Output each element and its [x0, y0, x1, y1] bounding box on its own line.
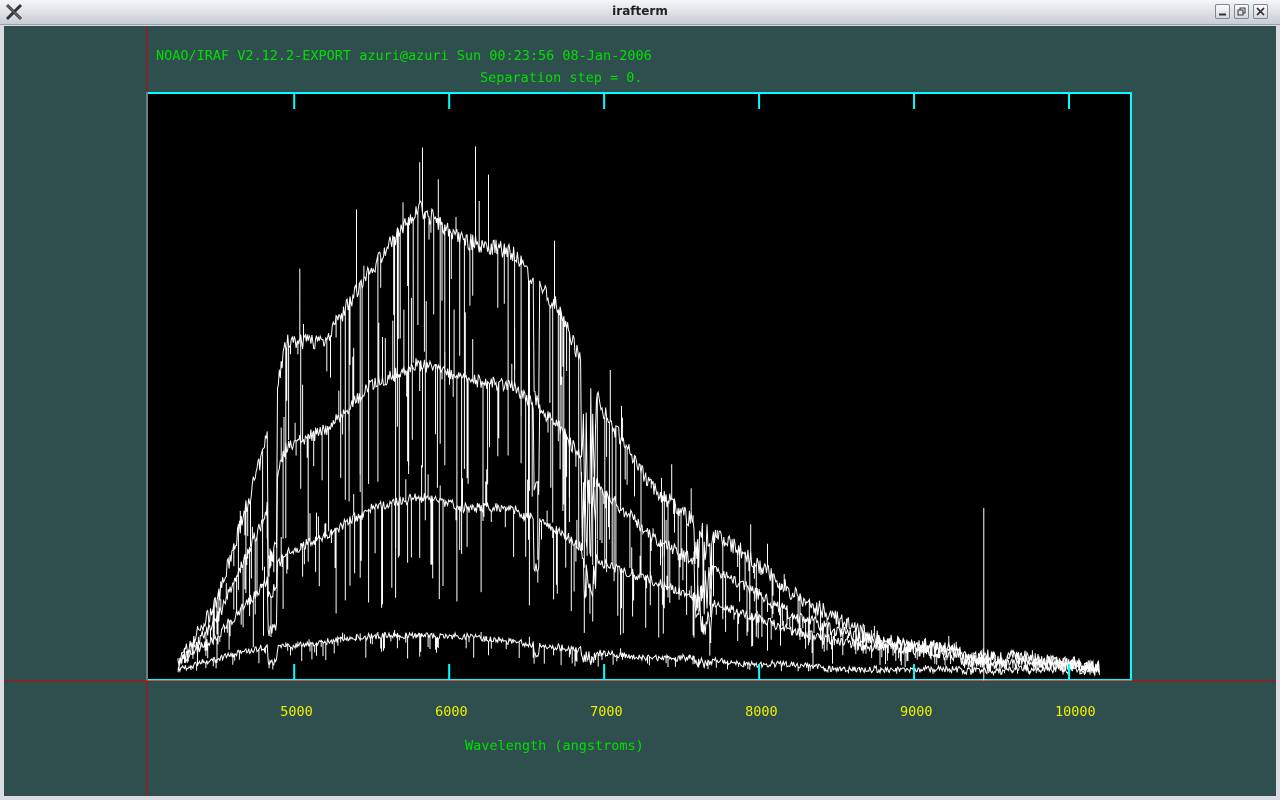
title-bar[interactable]: irafterm — [0, 0, 1280, 25]
irafterm-window: irafterm NOAO/IRAF V2.12.2-EXPORT azuri@… — [0, 0, 1280, 800]
restore-icon — [1237, 7, 1246, 16]
tick-labels: 5000 6000 7000 8000 9000 10000 — [280, 704, 1095, 720]
x-tick-label: 9000 — [900, 704, 933, 720]
window-title: irafterm — [612, 4, 668, 18]
minimize-button[interactable] — [1215, 4, 1230, 19]
x-tick-label: 10000 — [1055, 704, 1096, 720]
x-tick-label: 8000 — [745, 704, 778, 720]
plot-header: NOAO/IRAF V2.12.2-EXPORT azuri@azuri Sun… — [156, 48, 652, 64]
spectrum-plot[interactable]: NOAO/IRAF V2.12.2-EXPORT azuri@azuri Sun… — [4, 26, 1276, 796]
x-axis-label: Wavelength (angstroms) — [465, 738, 644, 754]
graphics-canvas[interactable]: NOAO/IRAF V2.12.2-EXPORT azuri@azuri Sun… — [4, 26, 1276, 796]
plot-subtitle: Separation step = 0. — [480, 70, 643, 86]
close-icon — [1256, 7, 1265, 16]
x-tick-label: 7000 — [590, 704, 623, 720]
close-button[interactable] — [1253, 4, 1268, 19]
minimize-icon — [1219, 13, 1226, 16]
maximize-button[interactable] — [1234, 4, 1249, 19]
x-tick-label: 6000 — [435, 704, 468, 720]
x-tick-label: 5000 — [280, 704, 313, 720]
